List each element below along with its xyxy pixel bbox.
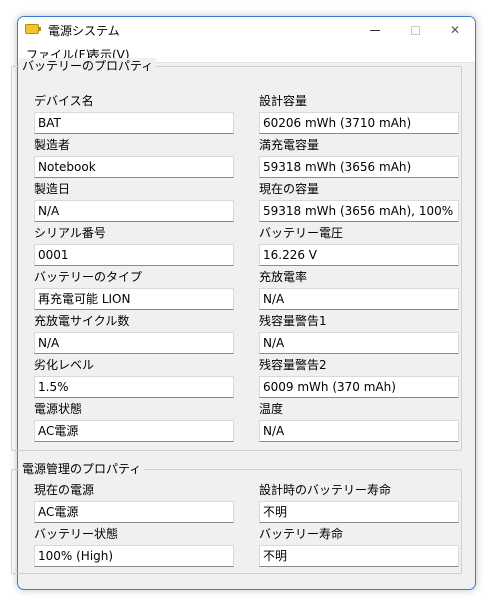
battery-type-value[interactable]: 再充電可能 LION [34, 288, 234, 310]
charge-rate-value[interactable]: N/A [259, 288, 459, 310]
full-charge-capacity-label: 満充電容量 [259, 138, 320, 152]
close-icon: ✕ [449, 23, 461, 37]
maximize-button[interactable] [395, 17, 435, 43]
battery-voltage-label: バッテリー電圧 [259, 226, 344, 240]
wear-level-label: 劣化レベル [34, 358, 95, 372]
current-capacity-value[interactable]: 59318 mWh (3656 mAh), 100% [259, 200, 459, 222]
current-source-value[interactable]: AC電源 [34, 501, 234, 523]
charge-rate-label: 充放電率 [259, 270, 308, 284]
serial-number-value[interactable]: 0001 [34, 244, 234, 266]
cycle-count-value[interactable]: N/A [34, 332, 234, 354]
warning-level-1-value[interactable]: N/A [259, 332, 459, 354]
manufacturer-value[interactable]: Notebook [34, 156, 234, 178]
manufacturer-label: 製造者 [34, 138, 71, 152]
current-source-label: 現在の電源 [34, 483, 95, 497]
maximize-icon [410, 25, 420, 35]
wear-level-value[interactable]: 1.5% [34, 376, 234, 398]
device-name-value[interactable]: BAT [34, 112, 234, 134]
warning-level-2-value[interactable]: 6009 mWh (370 mAh) [259, 376, 459, 398]
manufacture-date-value[interactable]: N/A [34, 200, 234, 222]
warning-level-2-label: 残容量警告2 [259, 358, 327, 372]
battery-icon [25, 24, 41, 34]
minimize-button[interactable] [355, 17, 395, 43]
battery-type-label: バッテリーのタイプ [34, 270, 143, 284]
cycle-count-label: 充放電サイクル数 [34, 314, 130, 328]
current-capacity-label: 現在の容量 [259, 182, 320, 196]
power-state-value[interactable]: AC電源 [34, 420, 234, 442]
power-state-label: 電源状態 [34, 402, 83, 416]
title-bar[interactable]: 電源システム ✕ [18, 17, 475, 43]
power-management-legend: 電源管理のプロパティ [19, 461, 145, 477]
design-life-value[interactable]: 不明 [259, 501, 459, 523]
window-title: 電源システム [48, 24, 120, 38]
full-charge-capacity-value[interactable]: 59318 mWh (3656 mAh) [259, 156, 459, 178]
design-capacity-label: 設計容量 [259, 94, 308, 108]
minimize-icon [370, 29, 380, 31]
manufacture-date-label: 製造日 [34, 182, 71, 196]
battery-status-value[interactable]: 100% (High) [34, 545, 234, 567]
warning-level-1-label: 残容量警告1 [259, 314, 327, 328]
temperature-label: 温度 [259, 402, 284, 416]
design-life-label: 設計時のバッテリー寿命 [259, 483, 392, 497]
battery-voltage-value[interactable]: 16.226 V [259, 244, 459, 266]
design-capacity-value[interactable]: 60206 mWh (3710 mAh) [259, 112, 459, 134]
battery-status-label: バッテリー状態 [34, 527, 119, 541]
battery-life-label: バッテリー寿命 [259, 527, 344, 541]
serial-number-label: シリアル番号 [34, 226, 106, 240]
battery-properties-legend: バッテリーのプロパティ [19, 58, 157, 74]
temperature-value[interactable]: N/A [259, 420, 459, 442]
device-name-label: デバイス名 [34, 94, 94, 108]
battery-life-value[interactable]: 不明 [259, 545, 459, 567]
close-button[interactable]: ✕ [435, 17, 475, 43]
